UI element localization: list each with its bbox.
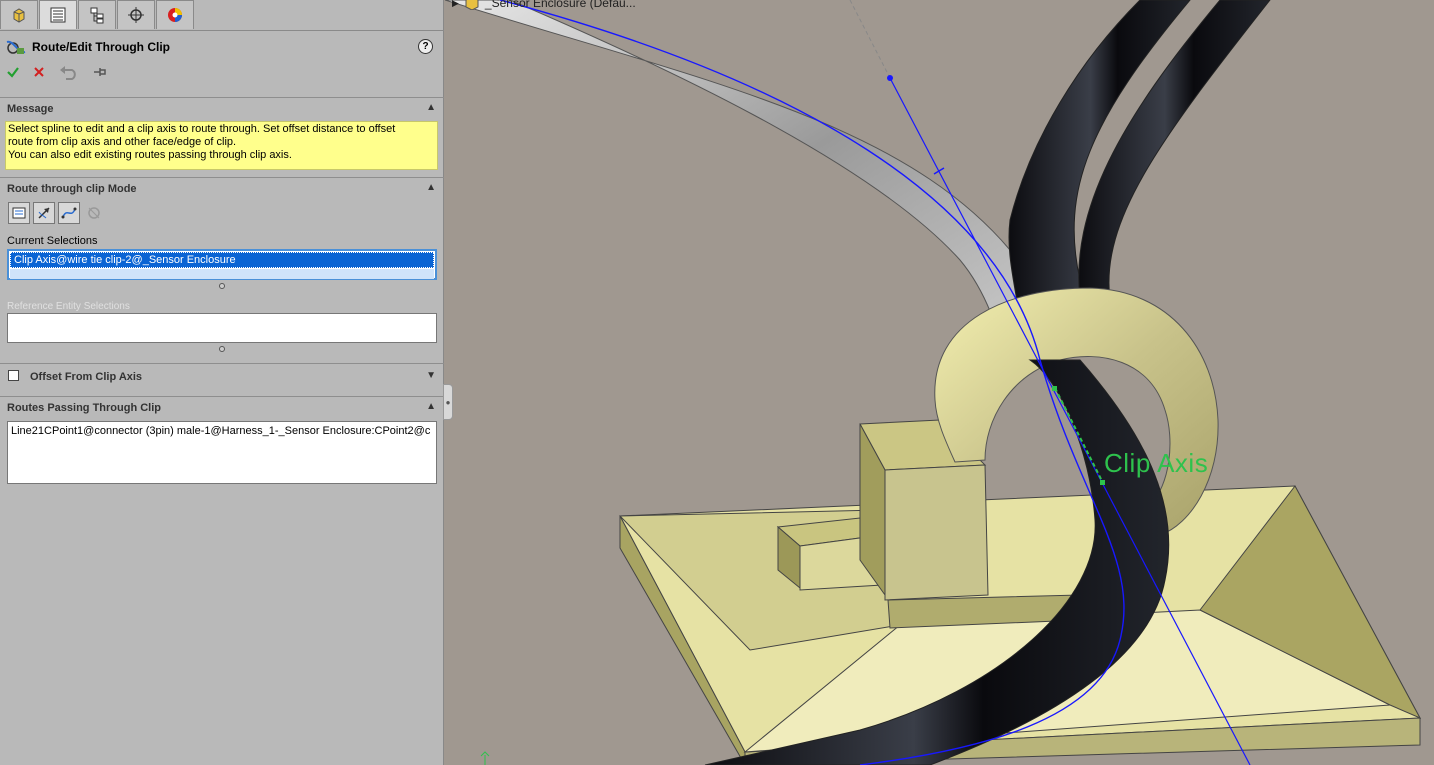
message-text-line3: You can also edit existing routes passin… <box>8 149 292 161</box>
part-icon <box>13 8 25 23</box>
routes-list[interactable]: Line21CPoint1@connector (3pin) male-1@Ha… <box>7 421 437 484</box>
routes-section-header[interactable]: Routes Passing Through Clip ▲ <box>0 396 444 418</box>
chevron-down-icon[interactable]: ▼ <box>426 370 436 381</box>
mode-buttons <box>8 202 105 224</box>
help-icon[interactable]: ? <box>418 39 433 54</box>
mode-header-label: Route through clip Mode <box>7 182 137 195</box>
tree-root-label: _Sensor Enclosure (Defau... <box>484 0 636 10</box>
resize-handle[interactable] <box>219 346 225 352</box>
spline-endpoint <box>887 75 893 81</box>
chevron-up-icon[interactable]: ▲ <box>426 401 436 412</box>
assembly-icon <box>465 0 479 10</box>
message-text-line2: route from clip axis and other face/edge… <box>8 136 237 148</box>
construction-line <box>849 0 891 79</box>
action-toolbar <box>6 64 108 80</box>
message-header-label: Message <box>7 102 54 115</box>
tab-property-manager[interactable] <box>39 0 77 29</box>
crosshair-icon <box>128 7 144 23</box>
reference-entity-list[interactable] <box>7 313 437 343</box>
cancel-x-icon[interactable] <box>32 65 46 79</box>
routes-header-label: Routes Passing Through Clip <box>7 401 162 414</box>
arrow-route-icon <box>38 207 50 219</box>
pushpin-icon[interactable] <box>92 65 108 79</box>
tab-configuration-manager[interactable] <box>78 0 116 29</box>
route-item[interactable]: Line21CPoint1@connector (3pin) male-1@Ha… <box>11 425 430 437</box>
feature-tree-flyout[interactable]: ▶ _Sensor Enclosure (Defau... <box>452 0 636 10</box>
remove-route-button[interactable] <box>83 202 105 224</box>
spline-route-button[interactable] <box>58 202 80 224</box>
appearance-icon <box>168 8 182 22</box>
manager-tabs <box>0 0 200 31</box>
reference-entity-label: Reference Entity Selections <box>7 301 130 312</box>
expand-arrow-icon[interactable]: ▶ <box>452 0 459 9</box>
origin-y-axis <box>480 751 490 765</box>
mode-section-header[interactable]: Route through clip Mode ▲ <box>0 177 444 199</box>
offset-checkbox[interactable] <box>8 370 19 381</box>
ok-checkmark-icon[interactable] <box>6 65 20 79</box>
property-list-icon <box>50 7 66 23</box>
message-box: Select spline to edit and a clip axis to… <box>5 121 438 170</box>
resize-handle[interactable] <box>219 283 225 289</box>
offset-label: Offset From Clip Axis <box>30 371 143 383</box>
offset-section-header[interactable]: Offset From Clip Axis ▼ <box>0 363 444 390</box>
route-list-icon <box>12 207 26 219</box>
tab-dimxpert-manager[interactable] <box>117 0 155 29</box>
route-through-clip-button[interactable] <box>8 202 30 224</box>
undo-icon[interactable] <box>58 64 80 80</box>
page-title: Route/Edit Through Clip <box>32 40 170 54</box>
property-manager-panel: Route/Edit Through Clip ? Message ▲ Sele… <box>0 0 444 765</box>
feature-title-row: Route/Edit Through Clip <box>6 38 170 56</box>
route-clip-icon <box>6 40 26 54</box>
message-section-header[interactable]: Message ▲ <box>0 97 444 119</box>
tab-display-manager[interactable] <box>156 0 194 29</box>
current-selections-list[interactable]: Clip Axis@wire tie clip-2@_Sensor Enclos… <box>7 249 437 280</box>
clip-axis-label: Clip Axis <box>1104 448 1209 478</box>
clip-axis-start <box>1052 386 1057 391</box>
selection-item[interactable]: Clip Axis@wire tie clip-2@_Sensor Enclos… <box>10 252 434 268</box>
tab-feature-manager[interactable] <box>0 0 38 29</box>
tab-divider <box>0 30 444 31</box>
edit-route-button[interactable] <box>33 202 55 224</box>
disabled-clip-icon <box>88 207 100 219</box>
selection-empty-row[interactable] <box>10 269 434 279</box>
chevron-up-icon[interactable]: ▲ <box>426 182 436 193</box>
graphics-viewport[interactable] <box>445 0 1434 765</box>
gray-cable <box>445 0 1051 381</box>
spline-tick <box>933 167 945 175</box>
spline-icon <box>61 207 77 219</box>
chevron-up-icon[interactable]: ▲ <box>426 102 436 113</box>
configuration-icon <box>90 7 104 24</box>
current-selections-label: Current Selections <box>7 235 98 247</box>
model-view <box>445 0 1422 765</box>
message-text-line1: Select spline to edit and a clip axis to… <box>8 123 396 135</box>
clip-axis-end <box>1100 480 1105 485</box>
